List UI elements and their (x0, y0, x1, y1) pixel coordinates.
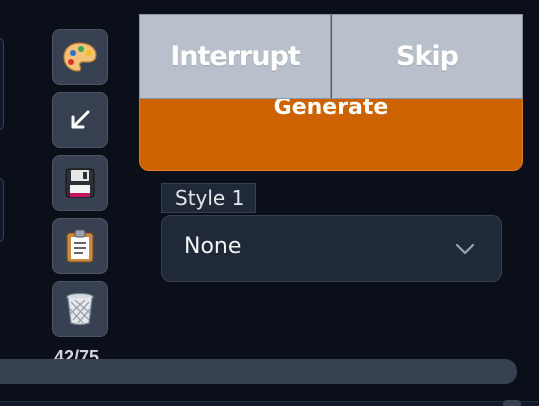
style-dropdown-label: Style 1 (161, 183, 256, 213)
clipboard-icon (65, 229, 95, 263)
app-root: 42/75 Generate Interrupt Skip Style 1 No… (0, 0, 539, 406)
paste-button[interactable] (52, 92, 108, 148)
palette-button[interactable] (52, 29, 108, 85)
palette-icon (62, 41, 98, 73)
save-style-button[interactable] (52, 155, 108, 211)
interrupt-skip-row: Interrupt Skip (139, 14, 523, 99)
skip-button[interactable]: Skip (331, 14, 523, 99)
bottom-panel-edge (0, 400, 539, 406)
arrow-down-left-icon (66, 106, 94, 134)
trash-icon (65, 292, 95, 326)
left-panel-edge (0, 38, 4, 130)
left-panel-edge-lower (0, 178, 4, 242)
clear-button[interactable] (52, 281, 108, 337)
token-counter: 42/75 (52, 344, 132, 360)
clipboard-button[interactable] (52, 218, 108, 274)
style-dropdown[interactable]: None (161, 215, 502, 282)
interrupt-button[interactable]: Interrupt (139, 14, 331, 99)
chevron-down-icon (455, 240, 475, 259)
style-dropdown-value: None (184, 234, 242, 259)
horizontal-scrollbar[interactable] (0, 359, 517, 384)
floppy-disk-icon (64, 167, 96, 199)
